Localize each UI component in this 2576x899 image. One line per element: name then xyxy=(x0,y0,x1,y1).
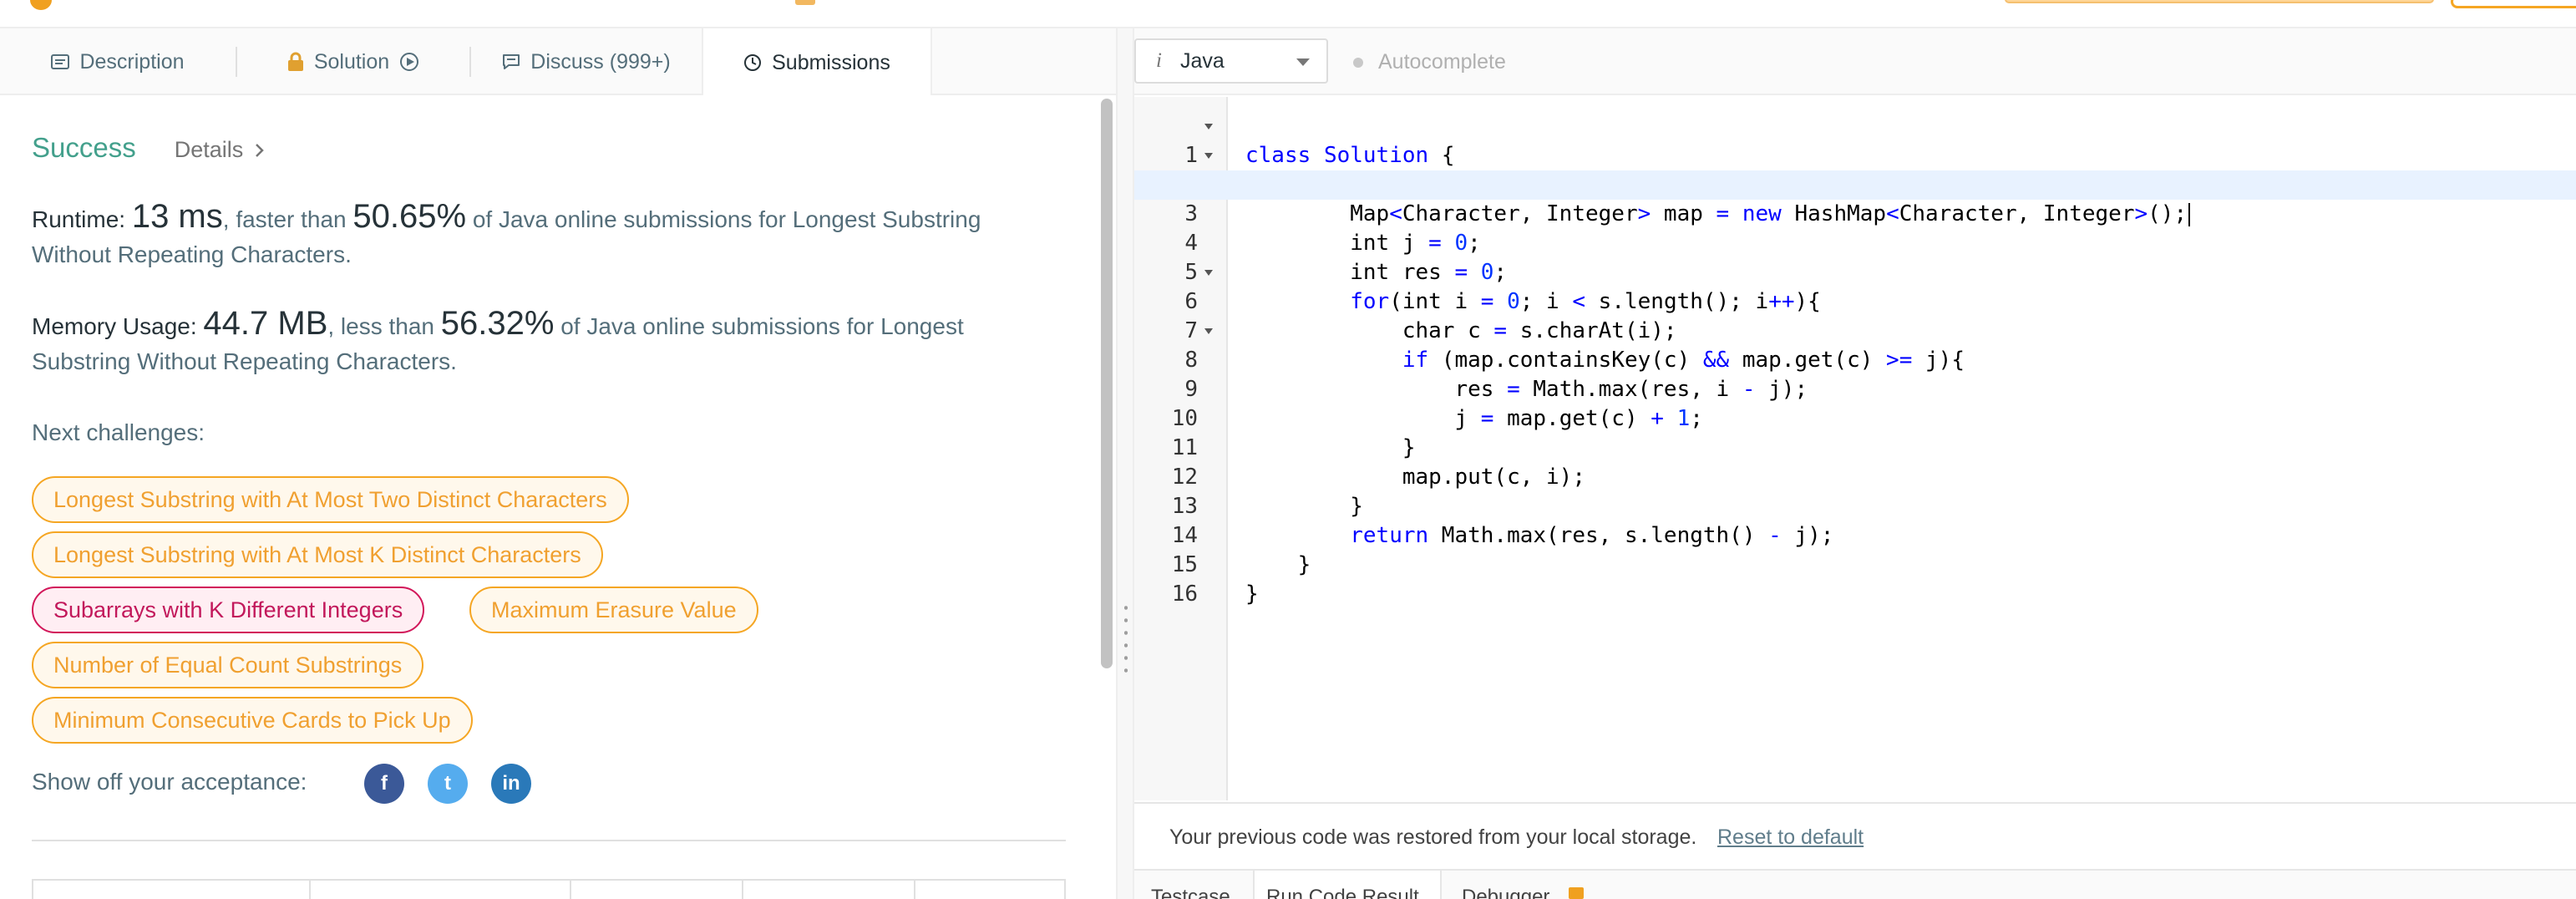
result-header: Success Details xyxy=(32,132,265,164)
share-label: Show off your acceptance: xyxy=(32,769,307,795)
logo-icon[interactable] xyxy=(30,0,52,10)
tab-label: Description xyxy=(79,49,185,74)
details-label: Details xyxy=(174,137,244,162)
code-line[interactable]: 1 class Solution { xyxy=(1134,112,2576,168)
submissions-table xyxy=(32,879,1066,899)
fold-arrow-icon[interactable] xyxy=(1204,153,1213,159)
code-line[interactable]: 12 map.put(c, i); xyxy=(1134,434,2576,490)
tab-label: Submissions xyxy=(772,50,890,74)
twitter-icon[interactable]: t xyxy=(428,764,468,804)
challenge-chip[interactable]: Longest Substring with At Most Two Disti… xyxy=(32,476,629,523)
problem-tabbar: Description Solution Discuss (999+) Subm… xyxy=(0,28,1116,97)
runtime-mid: , faster than xyxy=(222,206,353,232)
reset-to-default-link[interactable]: Reset to default xyxy=(1717,825,1864,850)
code-line-active[interactable]: 3 Map<Character, Integer> map = new Hash… xyxy=(1134,170,2576,226)
challenge-chip[interactable]: Maximum Erasure Value xyxy=(469,587,758,633)
code-line[interactable]: 7 char c = s.charAt(i); xyxy=(1134,287,2576,343)
autocomplete-toggle[interactable]: Autocomplete xyxy=(1353,50,1506,74)
chat-icon xyxy=(503,54,520,69)
tab-solution[interactable]: Solution xyxy=(237,28,469,95)
facebook-icon[interactable]: f xyxy=(364,764,404,804)
challenge-chip[interactable]: Subarrays with K Different Integers xyxy=(32,587,425,633)
language-select[interactable]: i Java xyxy=(1134,38,1328,84)
tab-debugger[interactable]: Debugger xyxy=(1462,886,1549,899)
code-line[interactable]: 16} xyxy=(1134,551,2576,607)
panel-splitter[interactable] xyxy=(1116,28,1134,899)
info-icon: i xyxy=(1156,49,1162,72)
table-column-divider xyxy=(309,881,311,899)
table-column-divider xyxy=(914,881,915,899)
code-line[interactable]: 4 int j = 0; xyxy=(1134,200,2576,256)
line-number: 16 xyxy=(1171,582,1198,607)
tab-label: Solution xyxy=(313,49,390,74)
runtime-value: 13 ms xyxy=(131,198,223,235)
clock-icon xyxy=(744,54,762,71)
top-navbar xyxy=(0,0,2576,28)
code-line[interactable]: 5 int res = 0; xyxy=(1134,229,2576,285)
toggle-dot-icon xyxy=(1353,57,1363,68)
code-line[interactable]: 9 res = Math.max(res, i - j); xyxy=(1134,346,2576,402)
divider xyxy=(32,840,1066,841)
code-line[interactable]: 10 j = map.get(c) + 1; xyxy=(1134,375,2576,431)
details-link[interactable]: Details xyxy=(175,137,266,163)
tab-run-code-result[interactable]: Run Code Result xyxy=(1266,886,1419,899)
code-text: } xyxy=(1245,582,1259,607)
runtime-label: Runtime: xyxy=(32,206,132,232)
description-icon xyxy=(51,54,70,69)
memory-percent: 56.32% xyxy=(440,305,555,342)
lock-icon xyxy=(1569,887,1584,899)
submit-button[interactable] xyxy=(2451,0,2576,8)
tab-label: Discuss (999+) xyxy=(530,49,671,74)
table-column-divider xyxy=(742,881,743,899)
table-column-divider xyxy=(570,881,571,899)
play-circle-icon xyxy=(400,53,419,71)
lock-icon xyxy=(287,52,303,71)
drag-handle-icon[interactable] xyxy=(1124,602,1128,677)
tab-testcase[interactable]: Testcase xyxy=(1151,886,1230,899)
challenge-chip[interactable]: Longest Substring with At Most K Distinc… xyxy=(32,531,603,578)
next-challenges-label: Next challenges: xyxy=(32,419,205,445)
autocomplete-label: Autocomplete xyxy=(1378,50,1506,74)
tab-description[interactable]: Description xyxy=(0,28,236,95)
run-button[interactable] xyxy=(2005,0,2434,3)
code-line[interactable]: 14 return Math.max(res, s.length() - j); xyxy=(1134,492,2576,548)
fold-arrow-icon[interactable] xyxy=(1204,270,1213,276)
linkedin-icon[interactable]: in xyxy=(491,764,531,804)
runtime-summary: Runtime: 13 ms, faster than 50.65% of Ja… xyxy=(32,199,1059,272)
left-scrollbar[interactable] xyxy=(1101,99,1113,668)
chevron-right-icon xyxy=(256,143,265,157)
code-line[interactable]: 11 } xyxy=(1134,404,2576,460)
code-line[interactable]: 13 } xyxy=(1134,463,2576,519)
code-line[interactable]: 8 if (map.containsKey(c) && map.get(c) >… xyxy=(1134,317,2576,373)
premium-icon[interactable] xyxy=(795,0,815,5)
memory-label: Memory Usage: xyxy=(32,313,204,339)
editor-toolbar xyxy=(1134,28,2576,95)
fold-arrow-icon[interactable] xyxy=(1204,328,1213,334)
challenge-chip[interactable]: Number of Equal Count Substrings xyxy=(32,642,424,688)
memory-value: 44.7 MB xyxy=(203,305,328,342)
code-line[interactable]: 15 } xyxy=(1134,521,2576,577)
restore-notice-text: Your previous code was restored from you… xyxy=(1169,825,1697,849)
memory-mid: , less than xyxy=(327,313,441,339)
language-value: Java xyxy=(1179,48,1225,73)
chevron-down-icon xyxy=(1296,58,1310,66)
fold-arrow-icon[interactable] xyxy=(1204,124,1213,130)
tab-submissions[interactable]: Submissions xyxy=(702,28,932,97)
code-line[interactable]: 6 for(int i = 0; i < s.length(); i++){ xyxy=(1134,258,2576,314)
status-badge: Success xyxy=(32,132,136,163)
code-line[interactable]: 2 public int lengthOfLongestSubstring(St… xyxy=(1134,141,2576,197)
runtime-percent: 50.65% xyxy=(352,198,467,235)
tab-discuss[interactable]: Discuss (999+) xyxy=(471,28,702,95)
challenge-chip[interactable]: Minimum Consecutive Cards to Pick Up xyxy=(32,697,473,744)
memory-summary: Memory Usage: 44.7 MB, less than 56.32% … xyxy=(32,306,1059,379)
